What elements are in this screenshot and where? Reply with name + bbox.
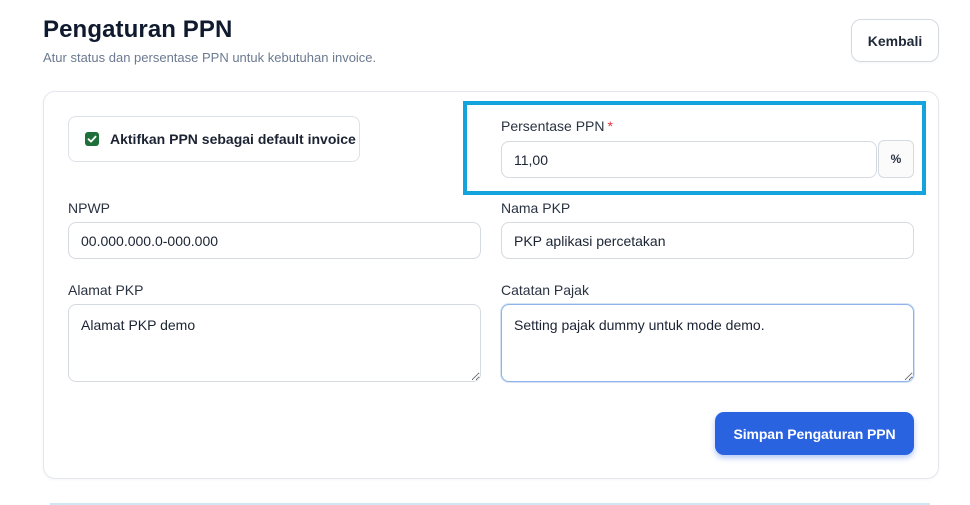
- checkmark-icon: [87, 135, 97, 143]
- alamat-pkp-label: Alamat PKP: [68, 282, 144, 298]
- enable-ppn-label: Aktifkan PPN sebagai default invoice: [110, 131, 356, 147]
- persentase-label-text: Persentase PPN: [501, 118, 605, 134]
- page-subtitle: Atur status dan persentase PPN untuk keb…: [43, 50, 377, 65]
- required-marker: *: [607, 118, 613, 134]
- npwp-input[interactable]: [68, 222, 481, 259]
- page-title: Pengaturan PPN: [43, 16, 233, 43]
- persentase-label: Persentase PPN *: [501, 118, 613, 134]
- enable-ppn-checkbox[interactable]: [85, 132, 99, 146]
- back-button[interactable]: Kembali: [851, 19, 939, 62]
- persentase-input[interactable]: [501, 141, 877, 178]
- percent-suffix: %: [878, 140, 914, 178]
- enable-ppn-checkbox-container[interactable]: Aktifkan PPN sebagai default invoice: [68, 116, 360, 162]
- alamat-pkp-textarea[interactable]: Alamat PKP demo: [68, 304, 481, 382]
- nama-pkp-input[interactable]: [501, 222, 914, 259]
- save-ppn-settings-button[interactable]: Simpan Pengaturan PPN: [715, 412, 914, 455]
- npwp-label: NPWP: [68, 200, 110, 216]
- catatan-pajak-label: Catatan Pajak: [501, 282, 589, 298]
- nama-pkp-label: Nama PKP: [501, 200, 571, 216]
- catatan-pajak-textarea[interactable]: Setting pajak dummy untuk mode demo.: [501, 304, 914, 382]
